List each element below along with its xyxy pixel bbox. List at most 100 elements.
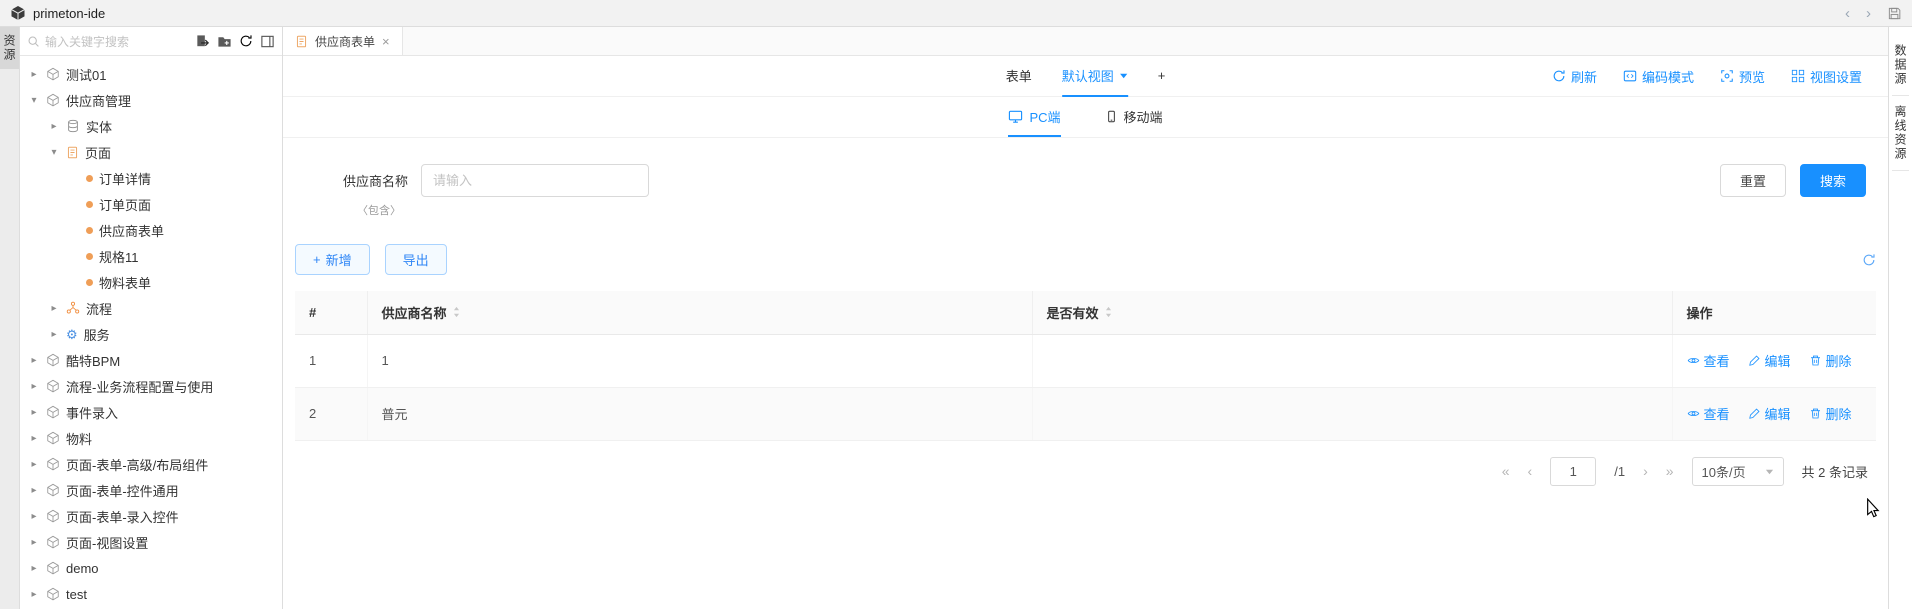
sort-icon[interactable]	[452, 306, 461, 318]
view-tab-active[interactable]: 默认视图	[1062, 56, 1128, 97]
row-action-edit[interactable]: 编辑	[1748, 351, 1791, 370]
tree-item[interactable]: ▸ 实体	[20, 113, 282, 139]
tree-item-label: 订单页面	[99, 195, 151, 214]
sort-icon[interactable]	[1104, 306, 1113, 318]
chevron-down-icon[interactable]: ▾	[28, 95, 40, 106]
resource-panel: 输入关键字搜索 ▸测试01▾供应商管理 ▸ 实体 ▾页面订单详情订单页面供应商表单规格…	[20, 27, 283, 609]
tree-item[interactable]: 规格11	[20, 243, 282, 269]
column-header[interactable]: 供应商名称	[367, 291, 1032, 334]
tree-item[interactable]: ▸页面-表单-录入控件	[20, 503, 282, 529]
row-action-trash[interactable]: 删除	[1809, 404, 1852, 423]
close-icon[interactable]: ×	[382, 34, 390, 49]
edit-icon	[1748, 407, 1761, 420]
row-action-label: 删除	[1826, 351, 1852, 370]
add-folder-icon[interactable]	[217, 34, 232, 49]
table-cell-operations: 查看编辑 删除	[1672, 334, 1876, 387]
search-button[interactable]: 搜索	[1800, 164, 1866, 197]
tree-item[interactable]: ▸流程-业务流程配置与使用	[20, 373, 282, 399]
chevron-right-icon[interactable]: ▸	[28, 485, 40, 496]
view-tab-inactive[interactable]: 表单	[1006, 56, 1032, 97]
tree-item[interactable]: ▸事件录入	[20, 399, 282, 425]
tree-item[interactable]: ▾供应商管理	[20, 87, 282, 113]
toolbar-action[interactable]: 视图设置	[1791, 67, 1862, 86]
locate-file-icon[interactable]	[195, 34, 210, 49]
chevron-right-icon[interactable]: ▸	[28, 589, 40, 600]
sidebar-search-input[interactable]: 输入关键字搜索	[27, 33, 190, 50]
nav-forward-icon[interactable]: ›	[1866, 6, 1871, 21]
tree-item[interactable]: ▸ demo	[20, 555, 282, 581]
chevron-right-icon[interactable]: ▸	[48, 329, 60, 340]
cube-icon	[46, 93, 60, 107]
reset-button[interactable]: 重置	[1720, 164, 1786, 197]
cube-icon	[46, 535, 60, 549]
last-page-button[interactable]: »	[1666, 463, 1674, 479]
chevron-right-icon[interactable]: ▸	[28, 459, 40, 470]
toolbar-action[interactable]: 预览	[1720, 67, 1765, 86]
device-tab[interactable]: 移动端	[1105, 97, 1163, 137]
row-action-edit[interactable]: 编辑	[1748, 404, 1791, 423]
collapse-panel-icon[interactable]	[260, 34, 275, 49]
tree-item[interactable]: ▸测试01	[20, 61, 282, 87]
page-size-select[interactable]: 10条/页	[1692, 457, 1784, 486]
tree-item[interactable]: ▸流程	[20, 295, 282, 321]
chevron-right-icon[interactable]: ▸	[28, 407, 40, 418]
add-button[interactable]: + 新增	[295, 244, 370, 275]
add-view-tab[interactable]: +	[1158, 56, 1166, 97]
prev-page-button[interactable]: ‹	[1528, 463, 1533, 479]
rail-tab-resources[interactable]: 资源	[0, 27, 19, 69]
toolbar-action[interactable]: 刷新	[1552, 67, 1597, 86]
tree-item[interactable]: 订单详情	[20, 165, 282, 191]
next-page-button[interactable]: ›	[1643, 463, 1648, 479]
tree-item[interactable]: ▾页面	[20, 139, 282, 165]
tree-item[interactable]: 供应商表单	[20, 217, 282, 243]
tree-item[interactable]: ▸酷特BPM	[20, 347, 282, 373]
editor-tab-supplier-form[interactable]: 供应商表单 ×	[283, 27, 403, 55]
tree-item[interactable]: ▸⚙服务	[20, 321, 282, 347]
tree-item[interactable]: 物料表单	[20, 269, 282, 295]
chevron-right-icon[interactable]: ▸	[28, 511, 40, 522]
supplier-name-input[interactable]	[421, 164, 649, 197]
device-tab[interactable]: PC端	[1008, 97, 1060, 137]
tree-item[interactable]: ▸物料	[20, 425, 282, 451]
pagination: « ‹ /1 › » 10条/页 共 2 条记录	[295, 457, 1876, 486]
chevron-right-icon[interactable]: ▸	[28, 537, 40, 548]
chevron-down-icon[interactable]: ▾	[48, 147, 60, 158]
toolbar-action[interactable]: 编码模式	[1623, 67, 1694, 86]
export-button[interactable]: 导出	[385, 244, 447, 275]
refresh-icon	[1552, 69, 1566, 83]
chevron-right-icon[interactable]: ▸	[28, 381, 40, 392]
chevron-right-icon[interactable]: ▸	[28, 69, 40, 80]
chevron-right-icon[interactable]: ▸	[48, 303, 60, 314]
tree-item[interactable]: ▸页面-表单-控件通用	[20, 477, 282, 503]
add-button-label: 新增	[326, 250, 352, 269]
chevron-right-icon[interactable]: ▸	[28, 433, 40, 444]
tree-item[interactable]: ▸页面-表单-高级/布局组件	[20, 451, 282, 477]
view-tabs: 表单 默认视图 +	[1006, 56, 1166, 97]
right-rail: 数据源离线资源	[1888, 27, 1912, 609]
tree-item[interactable]: ▸test	[20, 581, 282, 607]
nav-back-icon[interactable]: ‹	[1845, 6, 1850, 21]
first-page-button[interactable]: «	[1502, 463, 1510, 479]
page-number-input[interactable]	[1550, 457, 1596, 486]
column-header[interactable]: 是否有效	[1032, 291, 1672, 334]
rail-tab-1[interactable]: 离线资源	[1892, 96, 1909, 171]
tree-item-label: demo	[66, 561, 99, 576]
table-refresh-icon[interactable]	[1862, 253, 1876, 267]
tree-item-label: 实体	[86, 117, 112, 136]
chevron-right-icon[interactable]: ▸	[48, 121, 60, 132]
chevron-right-icon[interactable]: ▸	[28, 563, 40, 574]
row-action-eye[interactable]: 查看	[1687, 351, 1730, 370]
chevron-right-icon[interactable]: ▸	[28, 355, 40, 366]
rail-tab-0[interactable]: 数据源	[1892, 35, 1909, 96]
export-button-label: 导出	[403, 250, 429, 269]
row-action-eye[interactable]: 查看	[1687, 404, 1730, 423]
tree-item-label: 物料表单	[99, 273, 151, 292]
view-tab-label: 默认视图	[1062, 66, 1114, 85]
save-icon[interactable]	[1887, 6, 1902, 21]
filter-field-label: 供应商名称	[343, 171, 408, 190]
cube-icon	[46, 587, 60, 601]
row-action-trash[interactable]: 删除	[1809, 351, 1852, 370]
tree-item[interactable]: ▸页面-视图设置	[20, 529, 282, 555]
tree-item[interactable]: 订单页面	[20, 191, 282, 217]
refresh-icon[interactable]	[239, 34, 253, 48]
